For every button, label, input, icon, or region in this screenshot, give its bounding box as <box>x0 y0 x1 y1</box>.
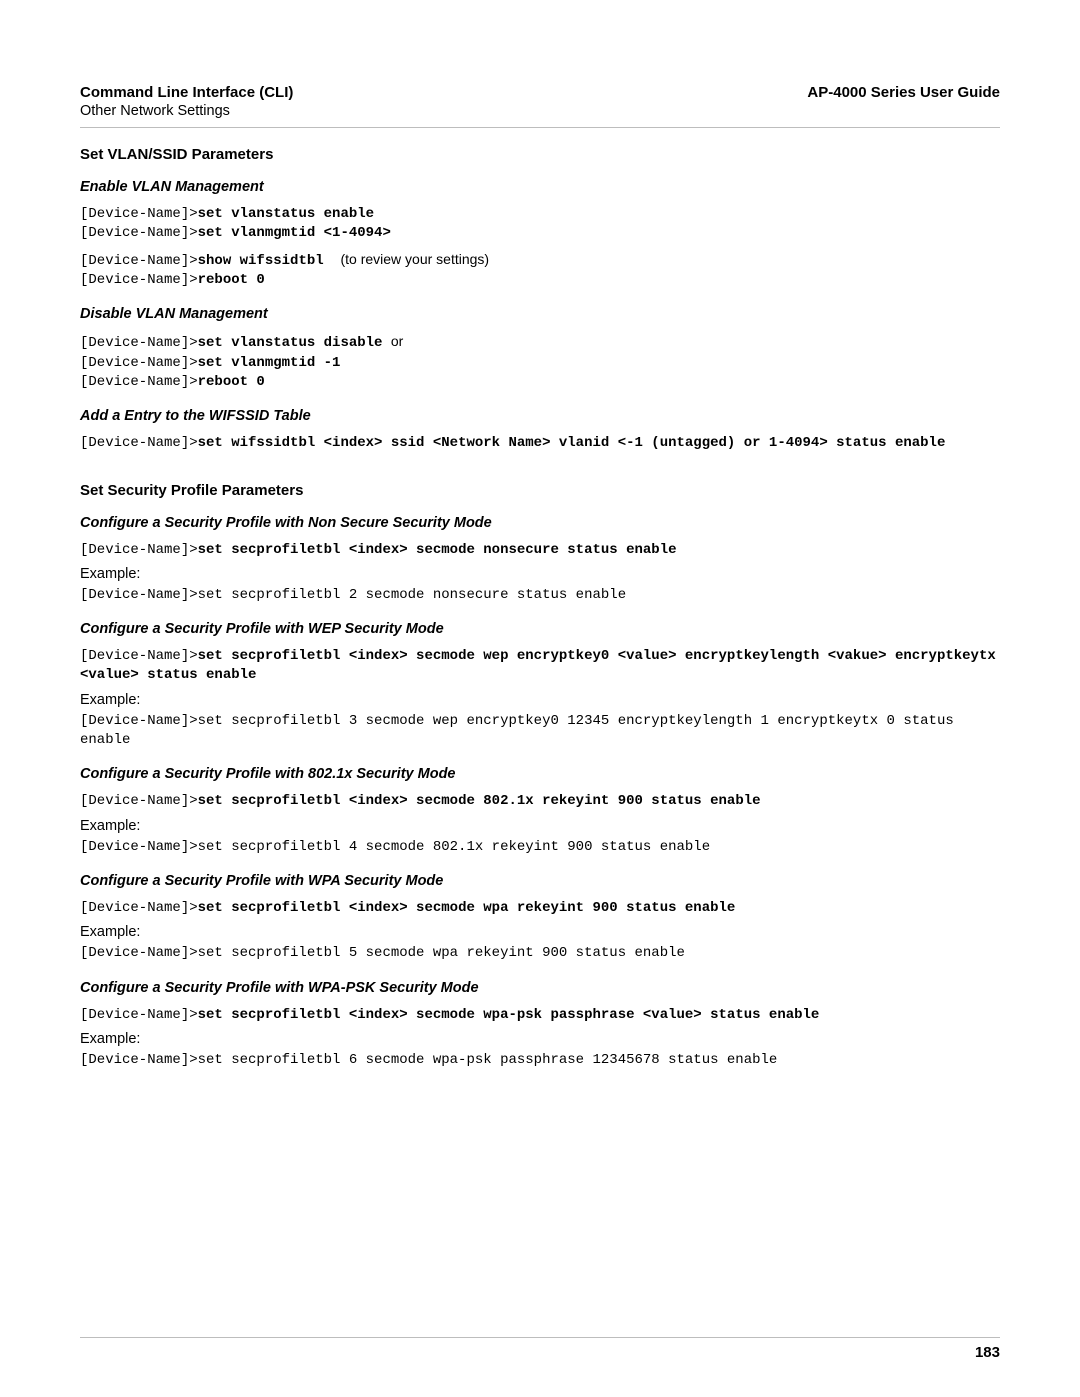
header-divider <box>80 127 1000 128</box>
prompt: [Device-Name]> <box>80 253 198 269</box>
sub-heading-wpa: Configure a Security Profile with WPA Se… <box>80 873 1000 889</box>
cmd: set vlanstatus disable <box>198 335 383 351</box>
or-label: or <box>391 333 403 349</box>
note: (to review your settings) <box>340 251 489 267</box>
code-wpapsk-example: [Device-Name]>set secprofiletbl 6 secmod… <box>80 1051 1000 1070</box>
cmd: set vlanmgmtid <1-4094> <box>198 225 391 241</box>
code-wpapsk-cmd: [Device-Name]>set secprofiletbl <index> … <box>80 1006 1000 1025</box>
code-add-entry: [Device-Name]>set wifssidtbl <index> ssi… <box>80 434 1000 453</box>
section-title-vlan: Set VLAN/SSID Parameters <box>80 146 1000 163</box>
sub-heading-8021x: Configure a Security Profile with 802.1x… <box>80 766 1000 782</box>
header-right-title: AP-4000 Series User Guide <box>807 84 1000 101</box>
example-label: Example: <box>80 818 1000 834</box>
prompt: [Device-Name]> <box>80 793 198 809</box>
prompt: [Device-Name]> <box>80 206 198 222</box>
prompt: [Device-Name]> <box>80 900 198 916</box>
code-nonsecure-example: [Device-Name]>set secprofiletbl 2 secmod… <box>80 586 1000 605</box>
code-8021x-cmd: [Device-Name]>set secprofiletbl <index> … <box>80 792 1000 811</box>
sub-heading-enable-vlan: Enable VLAN Management <box>80 179 1000 195</box>
prompt: [Device-Name]> <box>80 648 198 664</box>
example-label: Example: <box>80 1031 1000 1047</box>
sub-heading-wep: Configure a Security Profile with WEP Se… <box>80 621 1000 637</box>
prompt: [Device-Name]> <box>80 272 198 288</box>
cmd: set wifssidtbl <index> ssid <Network Nam… <box>198 435 946 451</box>
code-enable-vlan-1: [Device-Name]>set vlanstatus enable [Dev… <box>80 205 1000 244</box>
cmd: reboot 0 <box>198 374 265 390</box>
sub-heading-wpapsk: Configure a Security Profile with WPA-PS… <box>80 980 1000 996</box>
cmd: set vlanmgmtid -1 <box>198 355 341 371</box>
prompt: [Device-Name]> <box>80 542 198 558</box>
code-8021x-example: [Device-Name]>set secprofiletbl 4 secmod… <box>80 838 1000 857</box>
example-label: Example: <box>80 566 1000 582</box>
footer-divider <box>80 1337 1000 1338</box>
prompt: [Device-Name]> <box>80 335 198 351</box>
page-number: 183 <box>80 1344 1000 1361</box>
code-disable-vlan: [Device-Name]>set vlanstatus disable or … <box>80 332 1000 392</box>
cmd: set secprofiletbl <index> secmode wep en… <box>80 648 1004 683</box>
cmd: set vlanstatus enable <box>198 206 374 222</box>
page-footer: 183 <box>80 1337 1000 1361</box>
code-wpa-cmd: [Device-Name]>set secprofiletbl <index> … <box>80 899 1000 918</box>
prompt: [Device-Name]> <box>80 1007 198 1023</box>
section-title-security: Set Security Profile Parameters <box>80 482 1000 499</box>
sub-heading-nonsecure: Configure a Security Profile with Non Se… <box>80 515 1000 531</box>
code-enable-vlan-2: [Device-Name]>show wifssidtbl (to review… <box>80 250 1000 291</box>
cmd: set secprofiletbl <index> secmode wpa-ps… <box>198 1007 820 1023</box>
header-left-title: Command Line Interface (CLI) <box>80 84 293 101</box>
prompt: [Device-Name]> <box>80 225 198 241</box>
example-label: Example: <box>80 924 1000 940</box>
cmd: set secprofiletbl <index> secmode wpa re… <box>198 900 736 916</box>
prompt: [Device-Name]> <box>80 435 198 451</box>
header-sub: Other Network Settings <box>80 103 1000 119</box>
page-header: Command Line Interface (CLI) AP-4000 Ser… <box>80 84 1000 101</box>
cmd: show wifssidtbl <box>198 253 324 269</box>
sub-heading-disable-vlan: Disable VLAN Management <box>80 306 1000 322</box>
cmd: reboot 0 <box>198 272 265 288</box>
cmd: set secprofiletbl <index> secmode nonsec… <box>198 542 677 558</box>
sub-heading-add-entry: Add a Entry to the WIFSSID Table <box>80 408 1000 424</box>
example-label: Example: <box>80 692 1000 708</box>
prompt: [Device-Name]> <box>80 374 198 390</box>
code-wpa-example: [Device-Name]>set secprofiletbl 5 secmod… <box>80 944 1000 963</box>
cmd: set secprofiletbl <index> secmode 802.1x… <box>198 793 761 809</box>
code-wep-example: [Device-Name]>set secprofiletbl 3 secmod… <box>80 712 1000 751</box>
code-wep-cmd: [Device-Name]>set secprofiletbl <index> … <box>80 647 1000 686</box>
code-nonsecure-cmd: [Device-Name]>set secprofiletbl <index> … <box>80 541 1000 560</box>
prompt: [Device-Name]> <box>80 355 198 371</box>
